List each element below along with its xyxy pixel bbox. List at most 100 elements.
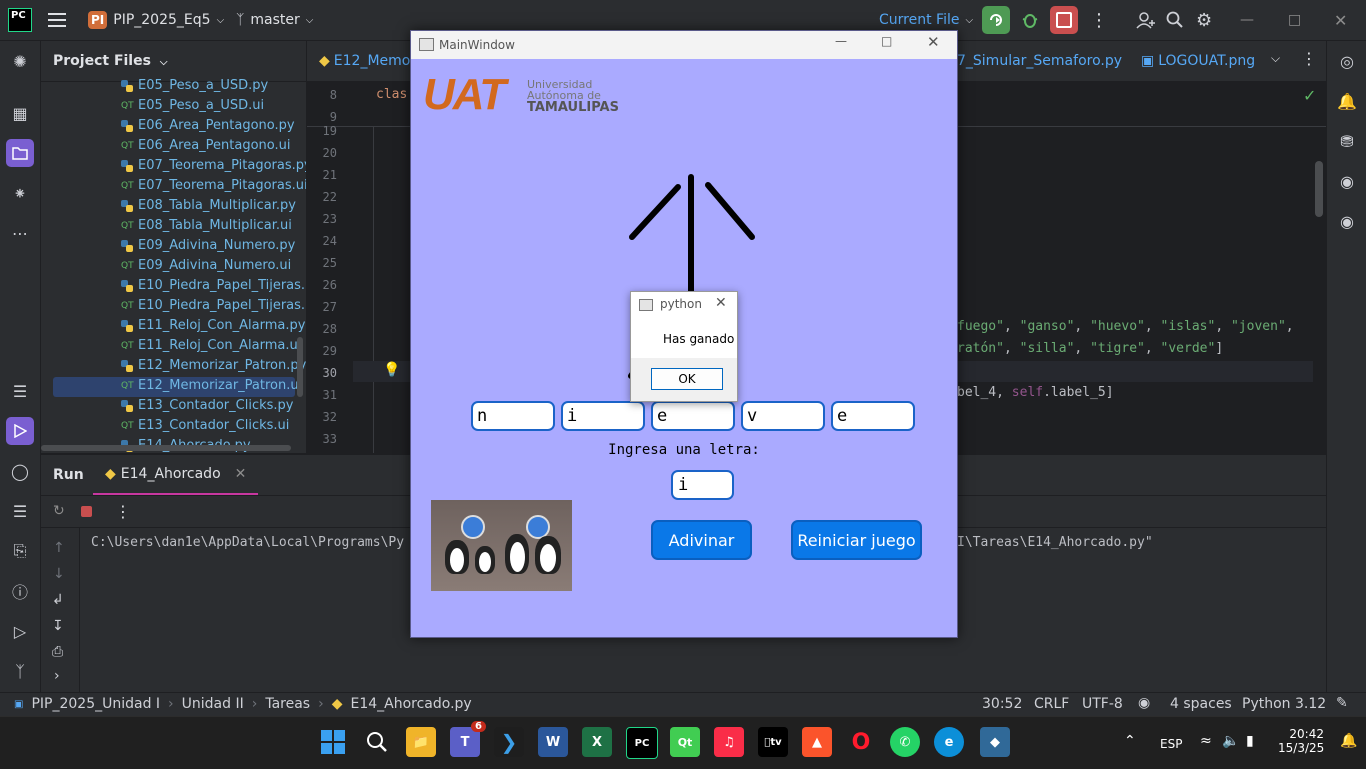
tree-item[interactable]: E13_Contador_Clicks.py xyxy=(41,397,306,417)
debug-button[interactable] xyxy=(1016,0,1044,40)
rerun-icon[interactable]: ↻ xyxy=(53,503,65,519)
line-ending[interactable]: CRLF xyxy=(1034,696,1069,712)
close-icon[interactable]: ✕ xyxy=(1334,0,1347,40)
tree-item[interactable]: QT E09_Adivina_Numero.ui xyxy=(41,257,306,277)
git-icon[interactable]: ᛉ xyxy=(8,659,32,683)
battery-icon[interactable]: ▮ xyxy=(1246,733,1254,749)
project-switcher[interactable]: PI PIP_2025_Eq5 ⌵ xyxy=(88,0,224,40)
terminal-icon[interactable]: ⎘ xyxy=(8,539,32,563)
edge-icon[interactable]: e xyxy=(934,727,964,757)
database-icon[interactable]: ⛃ xyxy=(1335,129,1359,153)
start-button[interactable] xyxy=(318,727,348,757)
arrow-up-icon[interactable]: ↑ xyxy=(53,540,65,556)
gear-icon[interactable]: ⚙ xyxy=(1196,0,1212,40)
copilot-icon[interactable]: ◉ xyxy=(1335,169,1359,193)
tree-item[interactable]: QT E10_Piedra_Papel_Tijeras.ui xyxy=(41,297,306,317)
add-user-icon[interactable] xyxy=(1136,0,1156,40)
letter-input[interactable] xyxy=(671,470,734,500)
list-icon[interactable]: ☰ xyxy=(8,379,32,403)
project-folder-icon[interactable] xyxy=(6,139,34,167)
apple-tv-icon[interactable]: tv xyxy=(758,727,788,757)
tray-chevron-up-icon[interactable]: ⌃ xyxy=(1124,733,1136,749)
python-console-icon[interactable]: ◯ xyxy=(8,459,32,483)
editor-tab-semaforo[interactable]: 7_Simular_Semaforo.py xyxy=(957,53,1122,69)
project-panel-title[interactable]: Project Files ⌵ xyxy=(53,53,167,69)
copilot-chat-icon[interactable]: ◉ xyxy=(1335,209,1359,233)
editor-scrollbar[interactable] xyxy=(1315,161,1323,217)
tree-item[interactable]: E11_Reloj_Con_Alarma.py xyxy=(41,317,306,337)
close-icon[interactable]: ✕ xyxy=(927,33,940,51)
brave-icon[interactable]: ▲ xyxy=(802,727,832,757)
tree-item[interactable]: QT E05_Peso_a_USD.ui xyxy=(41,97,306,117)
maximize-icon[interactable]: □ xyxy=(881,34,892,48)
branch-switcher[interactable]: ᛉ master ⌵ xyxy=(236,0,313,40)
run-config-tab[interactable]: ◆ E14_Ahorcado ✕ xyxy=(93,455,259,495)
tree-item[interactable]: E12_Memorizar_Patron.py xyxy=(41,357,306,377)
notification-bell-icon[interactable]: 🔔 xyxy=(1340,733,1357,749)
python-icon[interactable]: ◆ xyxy=(980,727,1010,757)
wifi-icon[interactable]: ≈ xyxy=(1200,733,1212,749)
input-language[interactable]: ESP xyxy=(1160,737,1182,751)
structure-icon[interactable]: ▦ xyxy=(8,101,32,125)
run-tool-icon[interactable] xyxy=(6,417,34,445)
minimize-icon[interactable]: — xyxy=(835,34,847,48)
stop-button[interactable] xyxy=(1050,0,1078,40)
scroll-end-icon[interactable]: ↧ xyxy=(52,618,64,634)
tree-h-scrollbar[interactable] xyxy=(41,445,306,451)
tree-item[interactable]: E10_Piedra_Papel_Tijeras.py xyxy=(41,277,306,297)
indent-setting[interactable]: 4 spaces xyxy=(1170,696,1232,712)
ok-button[interactable]: OK xyxy=(651,368,723,390)
layers-icon[interactable]: ☰ xyxy=(8,499,32,523)
tree-item[interactable]: QT E13_Contador_Clicks.ui xyxy=(41,417,306,437)
python-interpreter[interactable]: Python 3.12 xyxy=(1242,696,1326,712)
chevron-right-icon[interactable]: › xyxy=(54,668,60,684)
close-icon[interactable]: ✕ xyxy=(715,295,727,311)
whatsapp-icon[interactable]: ✆ xyxy=(890,727,920,757)
file-encoding[interactable]: UTF-8 xyxy=(1082,696,1123,712)
opera-icon[interactable]: O xyxy=(846,727,876,757)
clock[interactable]: 20:42 15/3/25 xyxy=(1278,727,1324,755)
arrow-down-icon[interactable]: ↓ xyxy=(53,566,65,582)
tree-scrollbar[interactable] xyxy=(297,337,303,397)
file-explorer-icon[interactable]: 📁 xyxy=(406,727,436,757)
excel-icon[interactable]: X xyxy=(582,727,612,757)
tree-item[interactable]: E05_Peso_a_USD.py xyxy=(41,77,306,97)
maximize-icon[interactable]: □ xyxy=(1288,0,1301,40)
guess-button[interactable]: Adivinar xyxy=(651,520,752,560)
copilot-status-icon[interactable]: ◉ xyxy=(1138,695,1150,711)
main-menu-icon[interactable] xyxy=(48,0,68,40)
tabs-dropdown-icon[interactable]: ⌵ xyxy=(1271,51,1280,66)
lightbulb-icon[interactable]: 💡 xyxy=(383,362,400,378)
search-icon[interactable] xyxy=(1166,0,1184,40)
tree-item[interactable]: E07_Teorema_Pitagoras.py xyxy=(41,157,306,177)
tree-item[interactable]: E09_Adivina_Numero.py xyxy=(41,237,306,257)
pycharm-logo[interactable]: PC xyxy=(8,0,32,40)
close-tab-icon[interactable]: ✕ xyxy=(235,466,247,482)
breadcrumb-item[interactable]: PIP_2025_Unidad I xyxy=(31,696,160,712)
breadcrumb-item[interactable]: Unidad II xyxy=(182,696,244,712)
more-tools-icon[interactable]: ⋯ xyxy=(8,221,32,245)
caret-position[interactable]: 30:52 xyxy=(982,696,1022,712)
problems-icon[interactable]: ⓘ xyxy=(8,579,32,603)
tree-item[interactable]: E08_Tabla_Multiplicar.py xyxy=(41,197,306,217)
more-actions-icon[interactable]: ⋮ xyxy=(1090,0,1108,40)
word-icon[interactable]: W xyxy=(538,727,568,757)
tree-item[interactable]: QT E12_Memorizar_Patron.ui xyxy=(53,377,302,397)
editor-tab-logouat[interactable]: ▣ LOGOUAT.png xyxy=(1141,53,1255,69)
tree-item[interactable]: E06_Area_Pentagono.py xyxy=(41,117,306,137)
commit-icon[interactable]: ⁕ xyxy=(8,181,32,205)
breadcrumb-item[interactable]: Tareas xyxy=(265,696,310,712)
soft-wrap-icon[interactable]: ↲ xyxy=(52,592,64,608)
stop-icon[interactable] xyxy=(81,506,92,517)
volume-icon[interactable]: 🔈 xyxy=(1222,733,1239,749)
print-icon[interactable]: ⎙ xyxy=(52,644,63,660)
qt-designer-icon[interactable]: Qt xyxy=(670,727,700,757)
tree-item[interactable]: QT E07_Teorema_Pitagoras.ui xyxy=(41,177,306,197)
tree-item[interactable]: QT E08_Tabla_Multiplicar.ui xyxy=(41,217,306,237)
read-only-toggle-icon[interactable]: ✎ xyxy=(1336,695,1348,711)
search-icon[interactable] xyxy=(362,727,392,757)
notifications-icon[interactable]: 🔔 xyxy=(1335,89,1359,113)
ai-assistant-icon[interactable]: ✺ xyxy=(8,49,32,73)
tree-item[interactable]: QT E11_Reloj_Con_Alarma.ui xyxy=(41,337,306,357)
pycharm-icon[interactable]: PC xyxy=(626,727,658,759)
